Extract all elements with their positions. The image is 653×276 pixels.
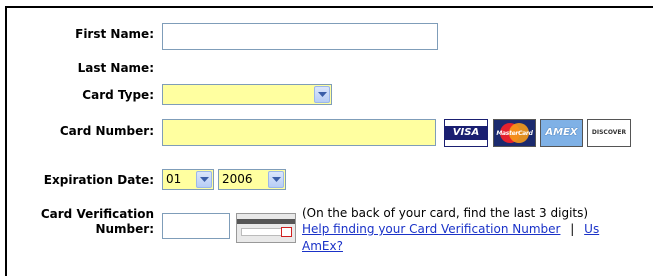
cvv-hint-text: (On the back of your card, find the last… (302, 206, 589, 220)
amex-help-row: AmEx? (302, 238, 343, 254)
cvv-help-link[interactable]: Help finding your Card Verification Numb… (302, 222, 560, 236)
card-number-label: Card Number: (59, 124, 154, 138)
mastercard-logo: MasterCard (493, 119, 536, 147)
cvv-help-row: Help finding your Card Verification Numb… (302, 221, 599, 237)
chevron-down-icon[interactable] (196, 171, 212, 188)
expiration-year-value: 2006 (222, 172, 253, 186)
amex-help-link[interactable]: AmEx? (302, 239, 343, 253)
chevron-down-icon[interactable] (268, 171, 284, 188)
expiration-month-value: 01 (166, 172, 182, 186)
expiration-year-select[interactable]: 2006 (218, 169, 286, 190)
cvv-input[interactable] (162, 213, 230, 239)
card-type-select[interactable] (162, 84, 332, 105)
expiration-month-select[interactable]: 01 (162, 169, 214, 190)
discover-logo: DISCOVER (587, 119, 631, 147)
card-back-icon (236, 213, 296, 243)
cvv-label-line1: Card Verification (40, 207, 154, 221)
first-name-label: First Name: (75, 27, 154, 41)
last-name-label: Last Name: (77, 61, 154, 75)
first-name-input[interactable] (162, 23, 438, 50)
cvv-label-line2: Number: (95, 222, 154, 236)
amex-logo: AMEX (540, 119, 583, 147)
link-separator: | (570, 222, 575, 236)
card-type-label: Card Type: (82, 88, 154, 102)
cvv-second-link-fragment[interactable]: Us (584, 222, 599, 236)
expiration-date-label: Expiration Date: (43, 173, 154, 187)
visa-logo: VISA (444, 119, 488, 147)
card-number-input[interactable] (162, 119, 436, 146)
chevron-down-icon[interactable] (314, 86, 330, 103)
